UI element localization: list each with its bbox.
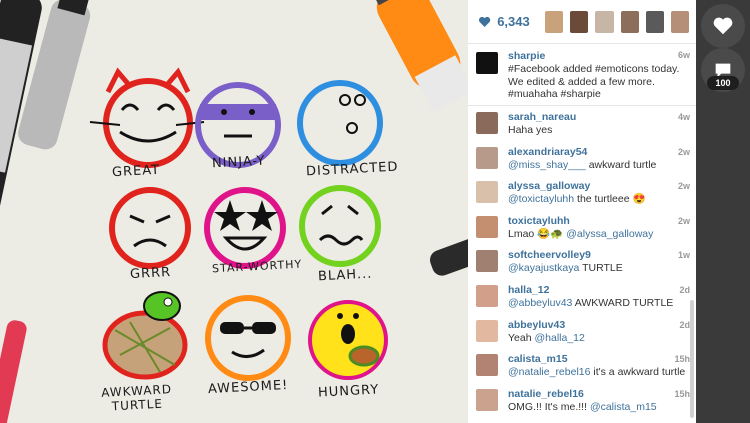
action-strip: 100 xyxy=(696,0,750,423)
comment-item: natalie_rebel16 OMG.!! It's me.!!! @calis… xyxy=(468,383,696,418)
comment-time: 2w xyxy=(677,146,690,157)
comment-mention-end[interactable]: @calista_m15 xyxy=(590,401,657,413)
liker-avatar[interactable] xyxy=(670,10,689,33)
comment-text: Haha yes xyxy=(508,124,688,137)
comment-time: 2w xyxy=(677,181,690,192)
comment-text: @abbeyluv43 AWKWARD TURTLE xyxy=(508,297,688,310)
label-ninja: NINJA-Y xyxy=(211,153,266,172)
comment-text: @natalie_rebel16 it's a awkward turtle xyxy=(508,366,688,379)
comment-username[interactable]: abbeyluv43 xyxy=(508,319,688,332)
comment-text: @kayajustkaya TURTLE xyxy=(508,262,688,275)
comment-body: TURTLE xyxy=(579,262,623,275)
emoticon-drawing xyxy=(0,0,468,423)
commenter-avatar[interactable] xyxy=(476,250,498,273)
comment-item: calista_m15 @natalie_rebel16 it's a awkwa… xyxy=(468,348,696,383)
comment-mention-end[interactable]: @alyssa_galloway xyxy=(566,228,653,240)
comment-item: alyssa_galloway @toxictayluhh the turtlee… xyxy=(468,175,696,210)
comment-username[interactable]: natalie_rebel16 xyxy=(508,388,688,401)
comment-username[interactable]: toxictayluhh xyxy=(508,215,688,228)
comment-count: 100 xyxy=(707,76,739,90)
commenter-avatar[interactable] xyxy=(476,284,498,307)
commenter-avatar[interactable] xyxy=(476,388,498,411)
comment-time: 15h xyxy=(674,388,690,399)
scrollbar[interactable] xyxy=(690,300,694,418)
likes-count[interactable]: 6,343 xyxy=(497,14,545,29)
like-button[interactable] xyxy=(701,4,745,48)
comment-body: Yeah xyxy=(508,331,535,344)
comment-time: 1w xyxy=(677,250,690,261)
instagram-viewer: GREAT NINJA-Y DISTRACTED GRRR STAR-WORTH… xyxy=(0,0,750,423)
caption-text: #Facebook added #emoticons today. We edi… xyxy=(508,63,680,100)
comment-mention[interactable]: @kayajustkaya xyxy=(508,262,579,274)
comment-item: alexandriaray54 @miss_shay___ awkward tur… xyxy=(468,141,696,176)
caption-username[interactable]: sharpie xyxy=(508,50,688,63)
commenter-avatar[interactable] xyxy=(476,146,498,169)
comments-panel: 6,343 sharpie #Facebook added #emoticons… xyxy=(468,0,696,423)
comment-body: awkward turtle xyxy=(585,158,657,171)
comment-text: @miss_shay___ awkward turtle xyxy=(508,159,688,172)
comment-item: toxictayluhh Lmao 😂🐢 @alyssa_galloway 2w xyxy=(468,210,696,245)
comment-username[interactable]: alexandriaray54 xyxy=(508,146,688,159)
comment-mention[interactable]: @miss_shay___ xyxy=(508,159,586,171)
comment-item: softcheervolley9 @kayajustkaya TURTLE 1w xyxy=(468,244,696,279)
caption: sharpie #Facebook added #emoticons today… xyxy=(468,44,696,106)
comment-text: @toxictayluhh the turtleee 😍 xyxy=(508,193,688,206)
comment-username[interactable]: alyssa_galloway xyxy=(508,180,688,193)
commenter-avatar[interactable] xyxy=(476,354,498,377)
liker-avatar[interactable] xyxy=(645,10,664,33)
label-hungry: HUNGRY xyxy=(317,382,380,401)
liker-avatar[interactable] xyxy=(620,10,639,33)
label-grrr: GRRR xyxy=(129,264,172,283)
liker-avatar[interactable] xyxy=(595,10,614,33)
comment-mention[interactable]: @abbeyluv43 xyxy=(508,297,572,309)
comment-time: 2d xyxy=(679,319,690,330)
comment-text: Yeah @halla_12 xyxy=(508,332,688,345)
label-awkward-turtle: AWKWARD TURTLE xyxy=(100,382,173,414)
comment-text: OMG.!! It's me.!!! @calista_m15 xyxy=(508,401,688,414)
comment-mention-end[interactable]: @halla_12 xyxy=(534,332,584,344)
sharpie-avatar[interactable] xyxy=(476,52,498,74)
caption-time: 6w xyxy=(677,50,690,60)
comment-item: abbeyluv43 Yeah @halla_12 2d xyxy=(468,314,696,349)
likes-bar: 6,343 xyxy=(468,0,696,44)
comment-mention[interactable]: @toxictayluhh xyxy=(508,193,574,205)
heart-icon xyxy=(713,17,733,35)
commenter-avatar[interactable] xyxy=(476,181,498,204)
comment-time: 2w xyxy=(677,215,690,226)
commenter-avatar[interactable] xyxy=(476,319,498,342)
comment-body: it's a awkward turtle xyxy=(590,366,686,379)
post-photo[interactable]: GREAT NINJA-Y DISTRACTED GRRR STAR-WORTH… xyxy=(0,0,468,423)
comment-username[interactable]: softcheervolley9 xyxy=(508,249,688,262)
label-blah: BLAH... xyxy=(317,266,373,285)
comment-list[interactable]: sarah_nareau Haha yes 4w alexandriaray54 @mi… xyxy=(468,106,696,417)
comment-body: OMG.!! It's me.!!! xyxy=(508,400,590,413)
comment-time: 15h xyxy=(674,354,690,365)
comment-body: Lmao 😂🐢 xyxy=(508,227,567,240)
comment-time: 4w xyxy=(677,112,690,122)
heart-icon[interactable] xyxy=(478,14,491,30)
comment-username[interactable]: sarah_nareau xyxy=(508,111,688,124)
commenter-avatar[interactable] xyxy=(476,215,498,238)
liker-avatar[interactable] xyxy=(570,10,589,33)
comment-body: AWKWARD TURTLE xyxy=(572,296,674,309)
commenter-avatar[interactable] xyxy=(476,112,498,134)
comment-time: 2d xyxy=(679,284,690,295)
comment-username[interactable]: calista_m15 xyxy=(508,353,688,366)
orange-sharpie-marker xyxy=(364,0,468,113)
comment-mention[interactable]: @natalie_rebel16 xyxy=(508,366,590,378)
comment-text: Lmao 😂🐢 @alyssa_galloway xyxy=(508,228,688,241)
comment-body: Haha yes xyxy=(508,124,553,136)
comment-body: the turtleee 😍 xyxy=(574,193,646,206)
dark-marker-right xyxy=(430,238,468,276)
comment-item: halla_12 @abbeyluv43 AWKWARD TURTLE 2d xyxy=(468,279,696,314)
comment-item: sarah_nareau Haha yes 4w xyxy=(468,106,696,141)
liker-avatar[interactable] xyxy=(545,10,564,33)
comment-username[interactable]: halla_12 xyxy=(508,284,688,297)
label-great: GREAT xyxy=(111,162,161,181)
red-marker-bottom xyxy=(0,320,27,423)
